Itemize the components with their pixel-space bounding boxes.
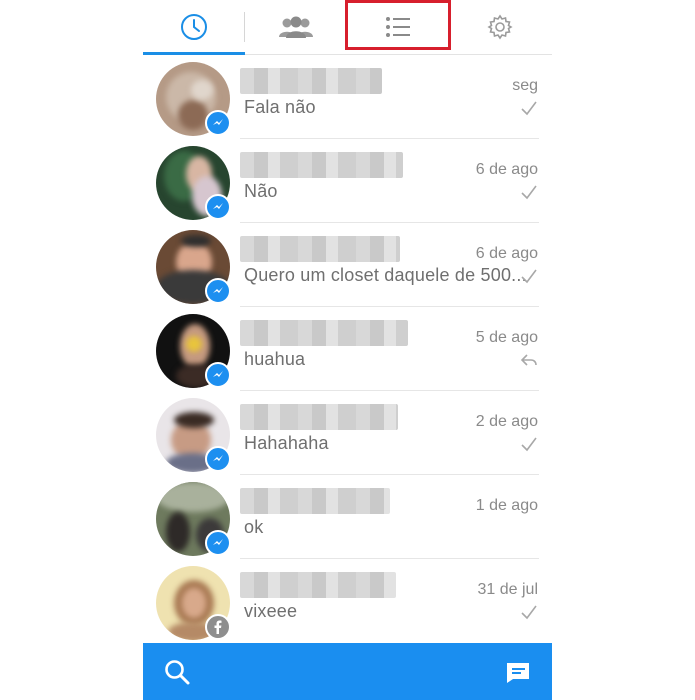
conversation-row[interactable]: Não 6 de ago: [143, 139, 552, 223]
contact-name-blurred: [240, 320, 408, 346]
contact-name-blurred: [240, 152, 403, 178]
tab-recent[interactable]: [143, 0, 245, 55]
contact-name-blurred: [240, 236, 400, 262]
message-preview: ok: [244, 517, 264, 537]
reply-icon: [520, 354, 537, 366]
tab-list[interactable]: [347, 0, 449, 54]
conversation-row[interactable]: vixeee 31 de jul: [143, 559, 552, 643]
contact-name-blurred: [240, 488, 390, 514]
message-preview: vixeee: [244, 601, 298, 621]
tab-settings[interactable]: [449, 0, 551, 54]
messenger-icon: [205, 446, 231, 472]
message-preview: Hahahaha: [244, 433, 329, 453]
message-time: 1 de ago: [475, 497, 538, 514]
check-icon: [521, 185, 537, 200]
messenger-icon: [205, 194, 231, 220]
message-time: 31 de jul: [477, 581, 539, 598]
message-time: seg: [512, 77, 538, 94]
message-preview: Fala não: [244, 97, 316, 117]
message-preview: huahua: [244, 349, 306, 369]
facebook-icon: [205, 614, 231, 640]
contact-name-blurred: [240, 572, 396, 598]
message-preview: Não: [244, 181, 278, 201]
messenger-icon: [205, 530, 231, 556]
compose-icon[interactable]: [504, 658, 532, 686]
check-icon: [521, 101, 537, 116]
message-time: 6 de ago: [475, 245, 538, 262]
tab-bar: [143, 0, 552, 55]
list-icon: [386, 17, 410, 37]
conversation-row[interactable]: Hahahaha 2 de ago: [143, 391, 552, 475]
conversation-row[interactable]: Fala não seg: [143, 55, 552, 139]
messenger-icon: [205, 362, 231, 388]
message-time: 6 de ago: [475, 161, 538, 178]
messenger-app: Fala não seg Não 6 de ago Quero um close…: [143, 0, 552, 700]
people-icon: [279, 16, 313, 38]
conversation-row[interactable]: ok 1 de ago: [143, 475, 552, 559]
message-time: 5 de ago: [475, 329, 538, 346]
check-icon: [521, 269, 537, 284]
tab-groups[interactable]: [245, 0, 347, 54]
conversation-row[interactable]: huahua 5 de ago: [143, 307, 552, 391]
check-icon: [521, 437, 537, 452]
messenger-icon: [205, 110, 231, 136]
clock-icon: [181, 14, 207, 40]
messenger-icon: [205, 278, 231, 304]
contact-name-blurred: [240, 404, 398, 430]
conversation-list: Fala não seg Não 6 de ago Quero um close…: [143, 55, 552, 643]
conversation-row[interactable]: Quero um closet daquele de 500... 6 de a…: [143, 223, 552, 307]
search-icon[interactable]: [163, 658, 191, 686]
message-time: 2 de ago: [475, 413, 538, 430]
message-preview: Quero um closet daquele de 500...: [244, 265, 527, 285]
gear-icon: [487, 14, 513, 40]
check-icon: [521, 605, 537, 620]
contact-name-blurred: [240, 68, 382, 94]
bottom-bar: [143, 643, 552, 700]
